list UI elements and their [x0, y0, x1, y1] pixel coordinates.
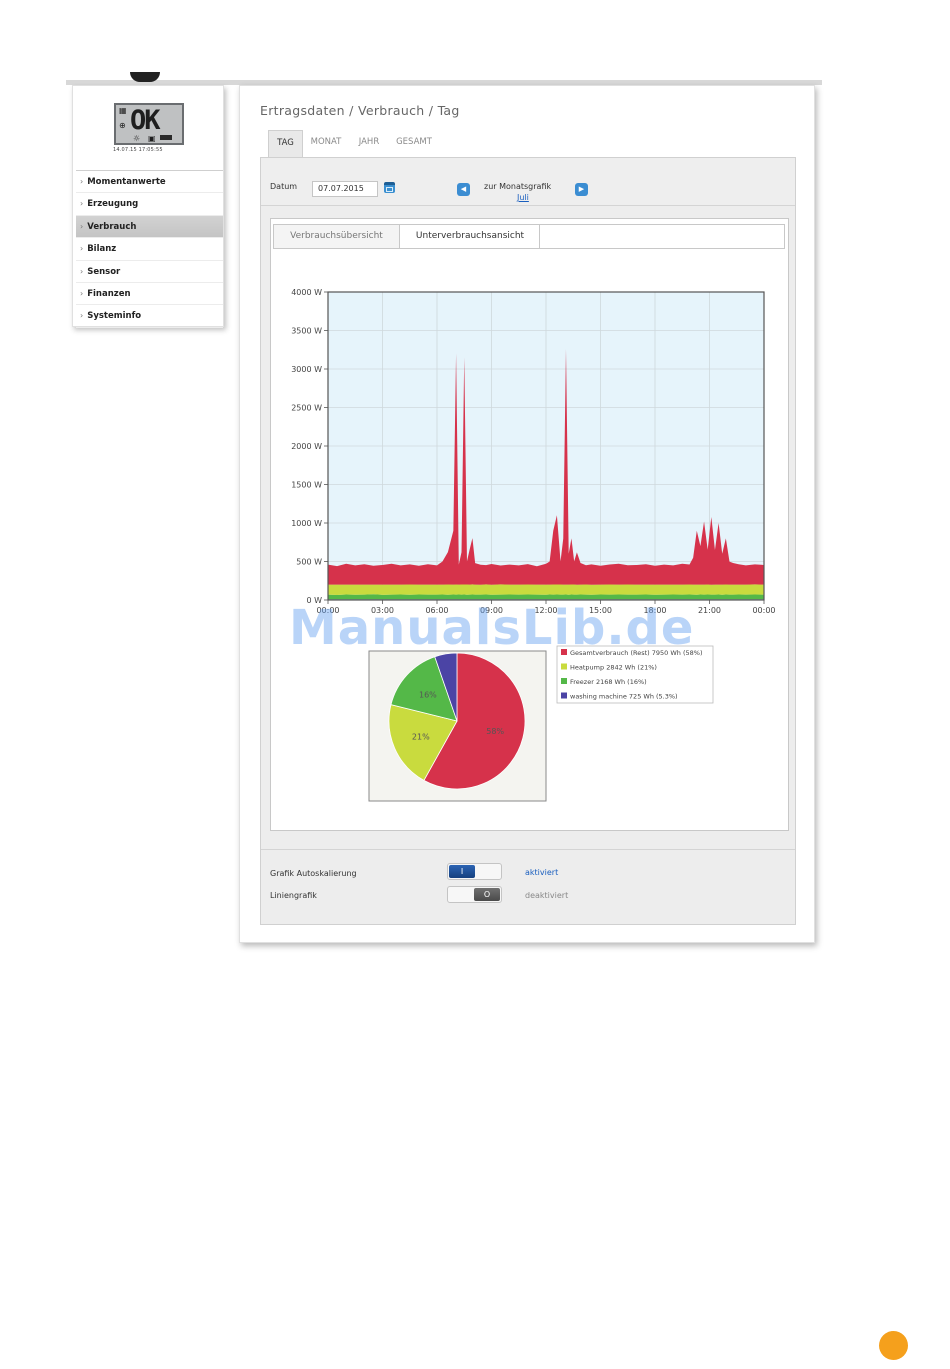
page-marker: [879, 1331, 908, 1360]
legend-swatch: [561, 692, 567, 699]
legend-swatch: [561, 663, 567, 670]
area-series-freezer: [328, 594, 764, 600]
y-tick-label: 2000 W: [291, 442, 322, 451]
pie-percent-label: 21%: [412, 733, 430, 742]
legend-swatch: [561, 678, 567, 684]
y-tick-label: 3000 W: [291, 365, 322, 374]
watermark: ManualsLib.de: [289, 600, 695, 656]
y-tick-label: 4000 W: [291, 288, 322, 297]
legend-entry: Freezer 2168 Wh (16%): [570, 678, 647, 686]
charts-svg: 0 W500 W1000 W1500 W2000 W2500 W3000 W35…: [291, 288, 776, 802]
y-tick-label: 1500 W: [291, 481, 322, 490]
x-tick-label: 21:00: [698, 606, 721, 615]
y-tick-label: 500 W: [296, 558, 322, 567]
y-tick-label: 2500 W: [291, 404, 322, 413]
pie-percent-label: 58%: [486, 727, 504, 736]
legend-entry: Heatpump 2842 Wh (21%): [570, 664, 657, 672]
y-tick-label: 1000 W: [291, 519, 322, 528]
pie-percent-label: 16%: [419, 690, 437, 699]
area-series-heatpump: [328, 584, 764, 595]
y-tick-label: 3500 W: [291, 327, 322, 336]
x-tick-label: 00:00: [752, 606, 775, 615]
legend-entry: washing machine 725 Wh (5.3%): [570, 693, 678, 701]
